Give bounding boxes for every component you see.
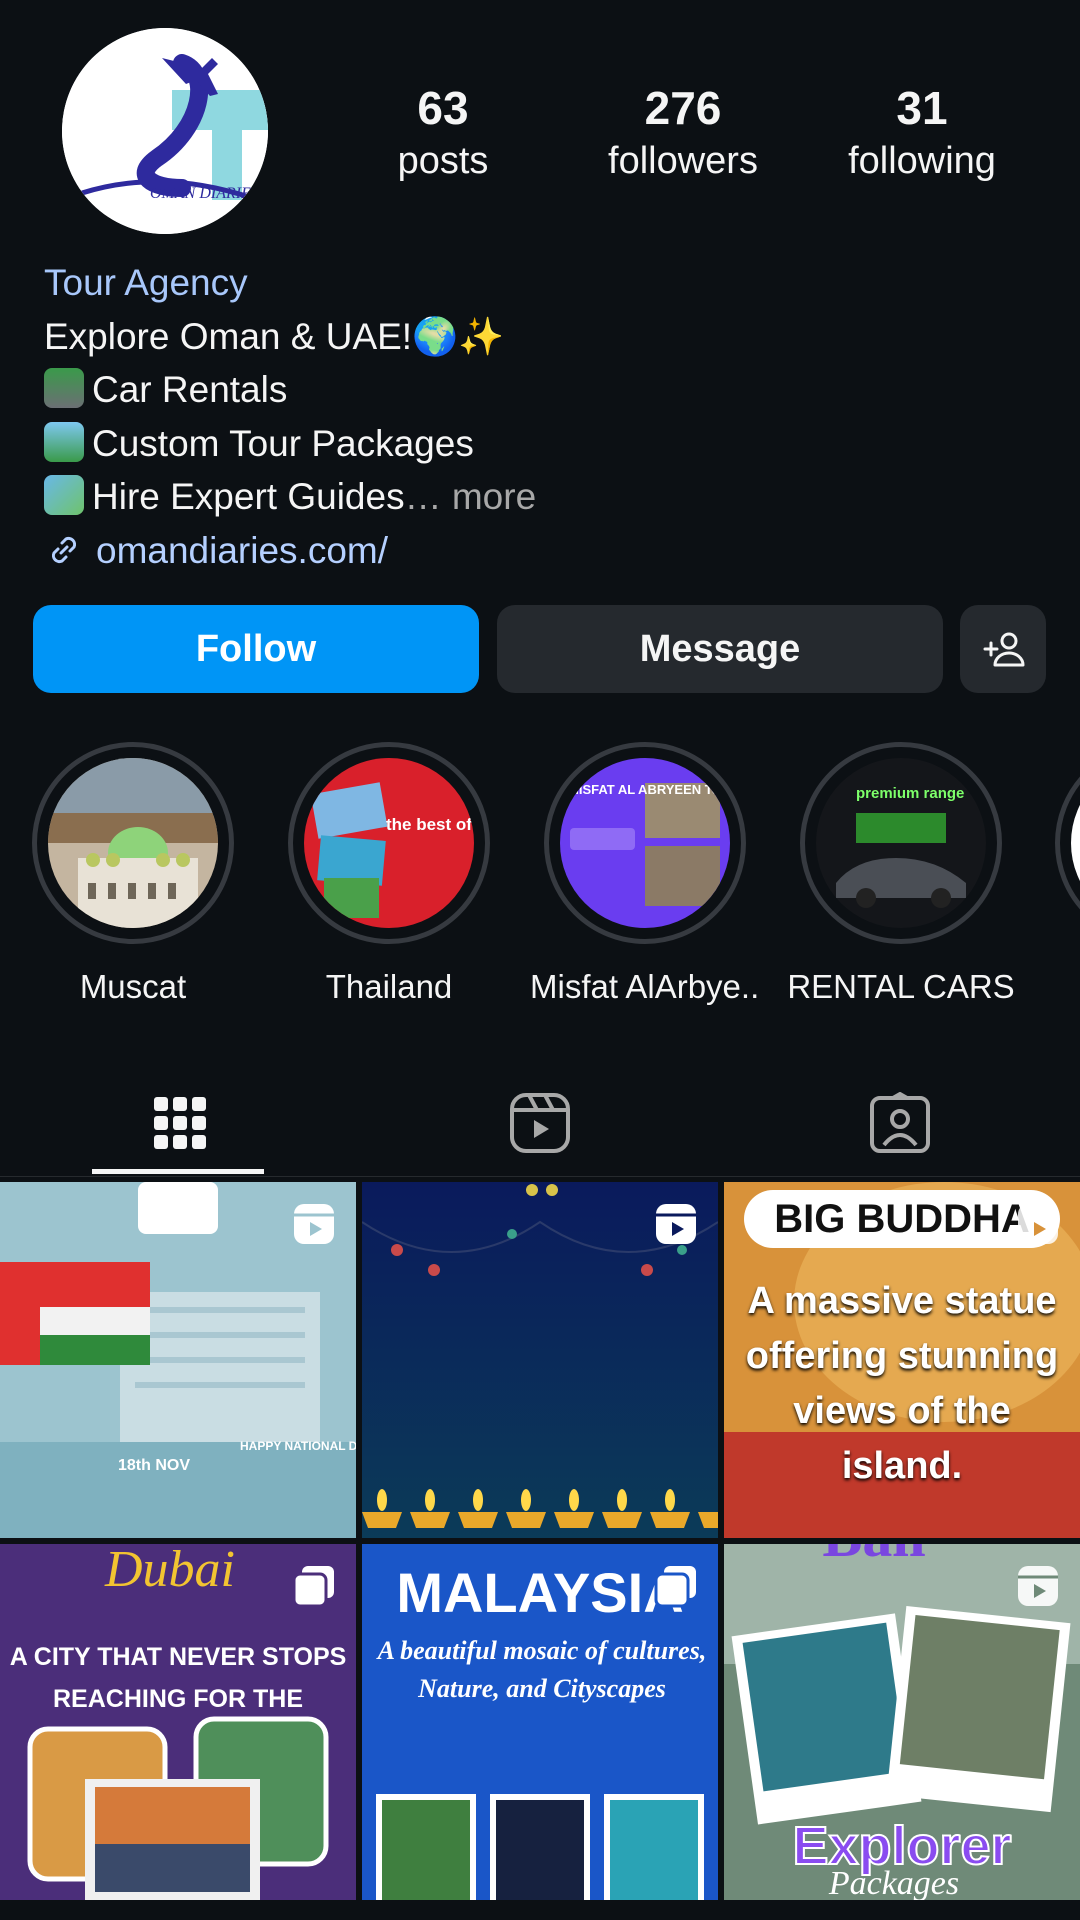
- link-icon: [51, 537, 77, 564]
- post-dubai[interactable]: Dubai A CITY THAT NEVER STOPS REACHING F…: [0, 1544, 356, 1900]
- profile-bio: Tour Agency Explore Oman & UAE!🌍✨ Car Re…: [44, 256, 1044, 577]
- reel-badge-icon: [656, 1204, 696, 1244]
- highlight-rental-cars[interactable]: premium range RENTAL CARS: [786, 742, 1016, 1006]
- reel-badge-icon: [1018, 1566, 1058, 1606]
- highlight-misfat-label: Misfat AlArbye...: [530, 968, 760, 1005]
- bio-line-car-rentals: Car Rentals: [44, 363, 1044, 417]
- svg-text:Dubai: Dubai: [104, 1544, 235, 1598]
- post-oman-national-day[interactable]: 18th NOV HAPPY NATIONAL DAY: [0, 1182, 356, 1538]
- profile-avatar[interactable]: OMAN DIARIES: [62, 28, 268, 234]
- active-tab-indicator: [92, 1169, 264, 1174]
- follow-button[interactable]: Follow: [33, 605, 479, 693]
- car-road-emoji-icon: [44, 368, 84, 408]
- highlight-muscat[interactable]: Muscat: [18, 742, 248, 1006]
- tagged-person-icon: [870, 1092, 930, 1153]
- svg-text:Packages: Packages: [828, 1865, 959, 1900]
- bio-ellipsis: …: [404, 476, 442, 517]
- svg-text:18th NOV: 18th NOV: [118, 1457, 190, 1474]
- landscape-emoji-icon: [44, 421, 84, 462]
- followers-count-number: 276: [644, 82, 722, 134]
- following-count[interactable]: 31 following: [812, 80, 1032, 186]
- following-count-number: 31: [896, 82, 948, 134]
- followers-count-label: followers: [608, 140, 758, 182]
- svg-text:Bali: Bali: [822, 1544, 925, 1569]
- following-count-label: following: [848, 140, 996, 182]
- svg-text:MALAYSIA: MALAYSIA: [396, 1561, 683, 1624]
- world-map-emoji-icon: [44, 475, 84, 515]
- bio-more-button[interactable]: more: [452, 476, 536, 517]
- carousel-badge-icon: [292, 1566, 334, 1608]
- tab-divider: [0, 1176, 1080, 1177]
- tab-reels[interactable]: [360, 1073, 720, 1173]
- carousel-badge-icon: [654, 1566, 696, 1608]
- reel-badge-icon: [294, 1204, 334, 1244]
- posts-count[interactable]: 63 posts: [333, 80, 553, 186]
- highlight-muscat-label: Muscat: [79, 968, 187, 1005]
- website-link-text[interactable]: omandiaries.com/: [96, 524, 388, 578]
- svg-text:HAPPY NATIONAL DAY: HAPPY NATIONAL DAY: [240, 1439, 356, 1453]
- highlight-partial[interactable]: [1055, 742, 1080, 944]
- svg-text:MISFAT AL ABRYEEN Tour: MISFAT AL ABRYEEN Tour: [568, 782, 730, 797]
- profile-website-link[interactable]: omandiaries.com/: [44, 524, 1044, 578]
- post-big-buddha[interactable]: BIG BUDDHA A massive statue offering stu…: [724, 1182, 1080, 1538]
- highlight-muscat-cover: [48, 758, 218, 928]
- reels-icon: [510, 1093, 570, 1153]
- post-malaysia[interactable]: MALAYSIA A beautiful mosaic of cultures,…: [362, 1544, 718, 1900]
- bio-line-tour-packages: Custom Tour Packages: [44, 417, 1044, 471]
- post-festival-lights[interactable]: [362, 1182, 718, 1538]
- highlight-misfat-cover: MISFAT AL ABRYEEN Tour: [560, 758, 730, 928]
- bio-line-guides: Hire Expert Guides… more: [44, 470, 1044, 524]
- svg-text:premium range: premium range: [856, 785, 964, 802]
- posts-count-label: posts: [397, 140, 489, 182]
- followers-count[interactable]: 276 followers: [573, 80, 793, 186]
- post-explorer-packages[interactable]: Bali Explorer Packages: [724, 1544, 1080, 1900]
- svg-text:OMAN DIARIES: OMAN DIARIES: [150, 185, 259, 202]
- bio-line-explore: Explore Oman & UAE!🌍✨: [44, 315, 505, 357]
- suggested-accounts-button[interactable]: [960, 605, 1046, 693]
- oman-diaries-logo: OMAN DIARIES: [62, 28, 268, 234]
- svg-text:the best of Thailand: the best of Thailand: [386, 815, 474, 834]
- tab-tagged[interactable]: [720, 1073, 1080, 1173]
- grid-icon: [154, 1097, 206, 1149]
- add-person-icon: [983, 632, 1025, 667]
- highlight-thailand-cover: the best of Thailand: [304, 758, 474, 928]
- message-button[interactable]: Message: [497, 605, 943, 693]
- reel-badge-icon: [1018, 1204, 1058, 1244]
- highlight-rental-cars-label: RENTAL CARS: [787, 968, 1015, 1005]
- posts-count-number: 63: [417, 82, 469, 134]
- highlight-thailand-label: Thailand: [325, 968, 453, 1005]
- highlight-misfat[interactable]: MISFAT AL ABRYEEN Tour Misfat AlArbye...: [530, 742, 760, 1006]
- profile-category: Tour Agency: [44, 262, 248, 303]
- svg-text:BIG BUDDHA: BIG BUDDHA: [774, 1197, 1030, 1241]
- highlight-rental-cars-cover: premium range: [816, 758, 986, 928]
- highlight-thailand[interactable]: the best of Thailand Thailand: [274, 742, 504, 1006]
- tab-posts-grid[interactable]: [0, 1073, 360, 1173]
